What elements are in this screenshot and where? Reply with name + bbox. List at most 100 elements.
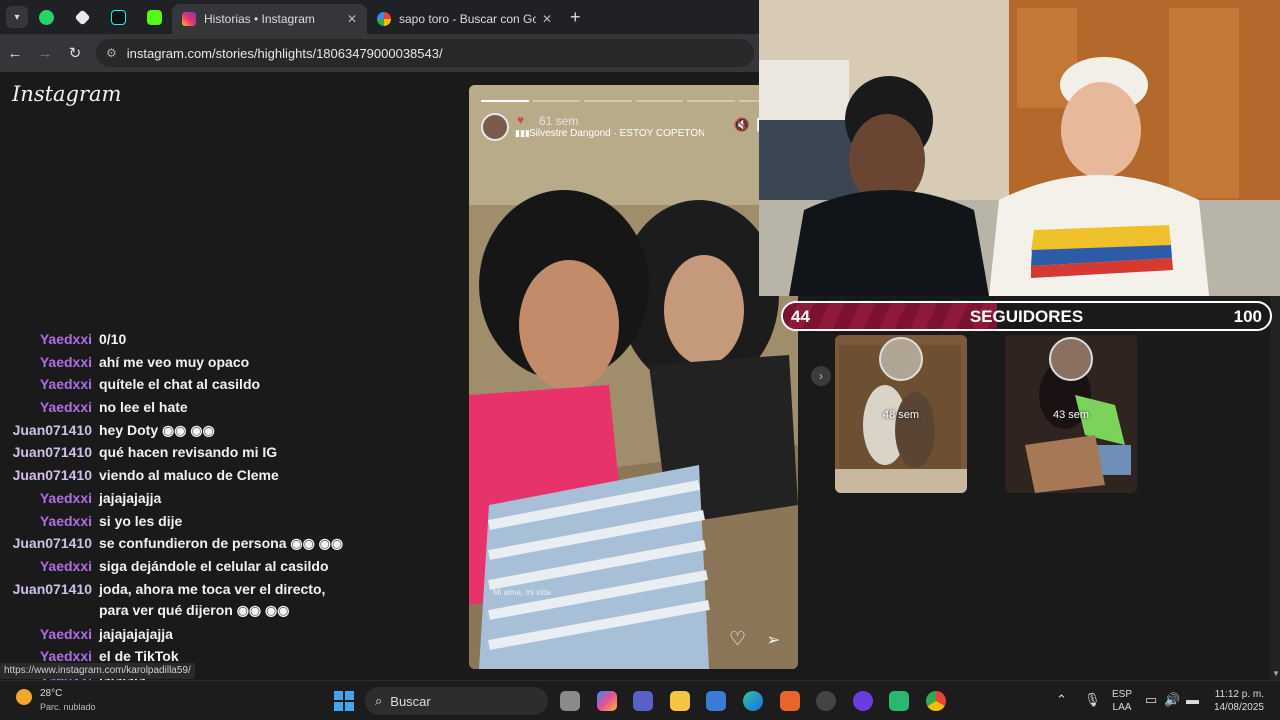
task-view-icon[interactable] (560, 691, 580, 711)
chat-username[interactable]: Yaedxxi (40, 510, 92, 532)
tab-instagram[interactable]: Historias • Instagram ✕ (172, 4, 367, 34)
close-tab-icon[interactable]: ✕ (347, 12, 357, 26)
thumb-avatar (1049, 337, 1093, 381)
app-purple-icon[interactable] (853, 691, 873, 711)
chat-username[interactable]: Yaedxxi (40, 373, 92, 395)
thumb-avatar (879, 337, 923, 381)
taskbar-search[interactable]: ⌕ Buscar (365, 687, 548, 715)
tiktok-icon (110, 9, 126, 25)
battery-icon[interactable]: ▬ (1186, 692, 1199, 707)
chat-message: Yaedxxi si yo les dije (0, 510, 460, 533)
next-story-thumb[interactable]: 43 sem (1005, 335, 1137, 493)
weather-widget[interactable]: 28°C Parc. nublado (16, 685, 96, 717)
app-orange-icon[interactable] (780, 691, 800, 711)
story-photo (469, 85, 798, 669)
tab-title: Historias • Instagram (204, 12, 315, 26)
progress-segment (532, 100, 580, 102)
tab-google[interactable]: sapo toro - Buscar con Google ✕ (367, 4, 562, 34)
chat-text: siga dejándole el celular al casildo (99, 557, 329, 574)
followers-goal-bar: SEGUIDORES 44 100 (781, 301, 1272, 331)
story-viewer[interactable]: ♥ 61 sem ▮▮▮ Silvestre Dangond · ESTOY C… (469, 85, 798, 669)
status-bar-url: https://www.instagram.com/karolpadilla59… (0, 663, 195, 679)
chat-username[interactable]: Yaedxxi (40, 351, 92, 373)
chat-text: jajajajajja (99, 489, 162, 506)
chat-text: ahí me veo muy opaco (99, 353, 250, 370)
system-clock[interactable]: 11:12 p. m. 14/08/2025 (1208, 688, 1264, 714)
chat-username[interactable]: Yaedxxi (40, 396, 92, 418)
chat-message: Juan071410 joda, ahora me toca ver el dir… (0, 578, 460, 623)
chat-username[interactable]: Juan071410 (13, 464, 92, 486)
send-share-icon[interactable]: ➢ (767, 630, 780, 650)
chat-message: Yaedxxi siga dejándole el celular al casi… (0, 555, 460, 578)
weather-temp: 28°C (40, 688, 63, 699)
chrome-icon[interactable] (926, 691, 946, 711)
forward-arrow-icon[interactable]: → (30, 45, 60, 62)
teams-icon[interactable] (633, 691, 653, 711)
story-caption: Mi alma, mi vida (493, 588, 551, 597)
site-info-icon[interactable]: ⚙ (106, 46, 117, 60)
address-bar[interactable]: ⚙ instagram.com/stories/highlights/18063… (96, 39, 754, 67)
instagram-logo[interactable]: Instagram (12, 82, 121, 106)
chat-username[interactable]: Juan071410 (13, 532, 92, 554)
weather-icon (16, 689, 32, 705)
back-arrow-icon[interactable]: ← (0, 45, 30, 62)
next-story-thumb[interactable]: 48 sem (835, 335, 967, 493)
store-icon[interactable] (706, 691, 726, 711)
pinned-tab-kick[interactable] (136, 0, 172, 34)
network-icon[interactable]: ▭ (1145, 692, 1157, 708)
tab-search-icon[interactable]: ▾ (6, 6, 28, 28)
chat-username[interactable]: Yaedxxi (40, 555, 92, 577)
scroll-down-icon[interactable]: ▼ (1272, 669, 1280, 678)
reload-icon[interactable]: ↻ (60, 44, 90, 62)
chat-username[interactable]: Juan071410 (13, 578, 92, 600)
app-circle-icon[interactable] (816, 691, 836, 711)
chat-text: qué hacen revisando mi IG (99, 444, 278, 461)
kick-icon (146, 9, 162, 25)
story-song[interactable]: Silvestre Dangond · ESTOY COPETÓN (529, 128, 704, 139)
copilot-icon[interactable] (597, 691, 617, 711)
chat-text: viendo al maluco de Cleme (99, 467, 279, 484)
chat-text: 0/10 (99, 331, 127, 347)
pinned-tab-whatsapp[interactable] (28, 0, 64, 34)
chat-message: Juan071410 qué hacen revisando mi IG (0, 441, 460, 464)
chat-text: se confundieron de persona ◉◉ ◉◉ (99, 535, 344, 552)
search-icon: ⌕ (375, 693, 383, 708)
progress-segment (584, 100, 632, 102)
story-avatar[interactable] (481, 113, 509, 141)
edge-icon[interactable] (743, 691, 763, 711)
chat-text: quítele el chat al casildo (99, 376, 261, 393)
language-indicator[interactable]: ESP LAA (1112, 688, 1132, 714)
story-progress-bar (481, 100, 786, 102)
file-explorer-icon[interactable] (670, 691, 690, 711)
search-placeholder: Buscar (390, 693, 431, 709)
mute-icon[interactable]: 🔇 (734, 117, 750, 133)
thumb-time: 48 sem (882, 409, 920, 421)
microphone-icon[interactable]: 🎙 (1084, 692, 1101, 708)
chat-username[interactable]: Yaedxxi (40, 623, 92, 645)
thumb-time: 43 sem (1052, 409, 1090, 421)
next-story-arrow-icon[interactable]: › (811, 366, 831, 386)
tab-title: sapo toro - Buscar con Google (399, 12, 536, 26)
whatsapp-icon (38, 9, 54, 25)
new-tab-button[interactable]: + (570, 7, 581, 28)
windows-start-icon[interactable] (334, 691, 354, 711)
volume-icon[interactable]: 🔊 (1164, 692, 1180, 708)
lang-bottom: LAA (1112, 702, 1132, 713)
app-green-icon[interactable] (889, 691, 909, 711)
chat-username[interactable]: Juan071410 (13, 441, 92, 463)
chat-text: jajajajajajja (99, 625, 173, 642)
pinned-tab-tiktok[interactable] (100, 0, 136, 34)
tray-chevron-up-icon[interactable]: ⌃ (1056, 692, 1067, 708)
webcam-image (759, 0, 1280, 296)
story-time: 61 sem (539, 114, 579, 128)
lang-top: ESP (1112, 689, 1133, 700)
app-icon (74, 9, 90, 25)
progress-segment (481, 100, 529, 102)
close-tab-icon[interactable]: ✕ (542, 12, 552, 26)
chat-username[interactable]: Juan071410 (13, 419, 92, 441)
pinned-tab-app[interactable] (64, 0, 100, 34)
chat-username[interactable]: Yaedxxi (40, 487, 92, 509)
chat-message: Yaedxxi ahí me veo muy opaco (0, 351, 460, 374)
like-heart-icon[interactable]: ♡ (729, 628, 746, 651)
chat-username[interactable]: Yaedxxi (40, 328, 92, 350)
